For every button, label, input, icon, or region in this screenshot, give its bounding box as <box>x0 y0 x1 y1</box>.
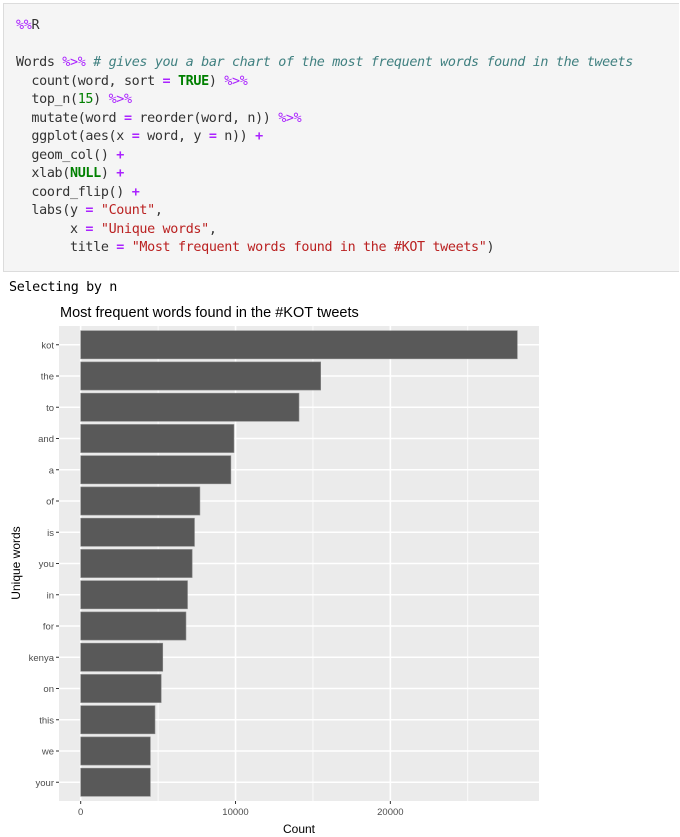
y-tick-label: you <box>39 559 54 570</box>
cell-magic: %%R <box>16 18 40 33</box>
code-line: title = "Most frequent words found in th… <box>16 240 495 255</box>
bar-we <box>80 736 151 766</box>
bar-on <box>80 674 162 703</box>
y-tick-label: in <box>47 590 54 601</box>
bar-your <box>80 767 151 797</box>
code-line: labs(y = "Count", <box>16 203 163 218</box>
y-tick-label: kot <box>41 340 54 351</box>
code-line: count(word, sort = TRUE) %>% <box>16 73 248 89</box>
y-tick-label: we <box>41 747 54 758</box>
x-axis-title: Count <box>283 822 316 836</box>
y-tick-label: of <box>46 497 54 508</box>
x-tick-label: 20000 <box>377 807 403 818</box>
code-line: mutate(word = reorder(word, n)) %>% <box>16 110 302 126</box>
code-line: x = "Unique words", <box>16 221 217 237</box>
bar-kot <box>80 330 518 360</box>
y-tick-label: kenya <box>29 653 55 664</box>
y-tick-label: a <box>49 465 55 476</box>
y-tick-label: this <box>39 715 54 726</box>
x-tick-label: 10000 <box>222 807 248 818</box>
y-axis-title: Unique words <box>9 526 23 599</box>
code-line: top_n(15) %>% <box>16 92 132 107</box>
bar-of <box>80 486 201 516</box>
code-line: coord_flip() + <box>16 184 140 200</box>
bar-you <box>80 549 193 578</box>
x-tick-label: 0 <box>78 807 83 818</box>
bar-to <box>80 392 300 422</box>
y-tick-label: is <box>47 528 54 539</box>
bar-the <box>80 361 321 391</box>
y-tick-label: for <box>43 622 54 633</box>
code-cell[interactable]: %%R Words %>% # gives you a bar chart of… <box>3 3 679 272</box>
y-tick-label: your <box>36 778 54 789</box>
code-line: xlab(NULL) + <box>16 166 124 181</box>
bar-is <box>80 517 195 547</box>
bar-kenya <box>80 642 164 672</box>
bar-a <box>80 455 232 485</box>
y-tick-label: the <box>41 372 54 383</box>
y-tick-label: to <box>46 403 54 414</box>
bar-chart: Most frequent words found in the #KOT tw… <box>9 305 539 836</box>
output-message: Selecting by n <box>9 280 117 295</box>
code-line: Words %>% # gives you a bar chart of the… <box>16 55 633 70</box>
code-line: ggplot(aes(x = word, y = n)) + <box>16 129 263 144</box>
bar-in <box>80 580 188 610</box>
y-tick-label: on <box>43 684 54 695</box>
chart-title: Most frequent words found in the #KOT tw… <box>60 305 359 321</box>
bar-this <box>80 705 156 735</box>
bar-and <box>80 424 235 453</box>
code-line: geom_col() + <box>16 147 124 163</box>
code-editor[interactable]: %%R Words %>% # gives you a bar chart of… <box>16 17 633 258</box>
y-tick-label: and <box>38 434 54 445</box>
bar-for <box>80 611 187 641</box>
